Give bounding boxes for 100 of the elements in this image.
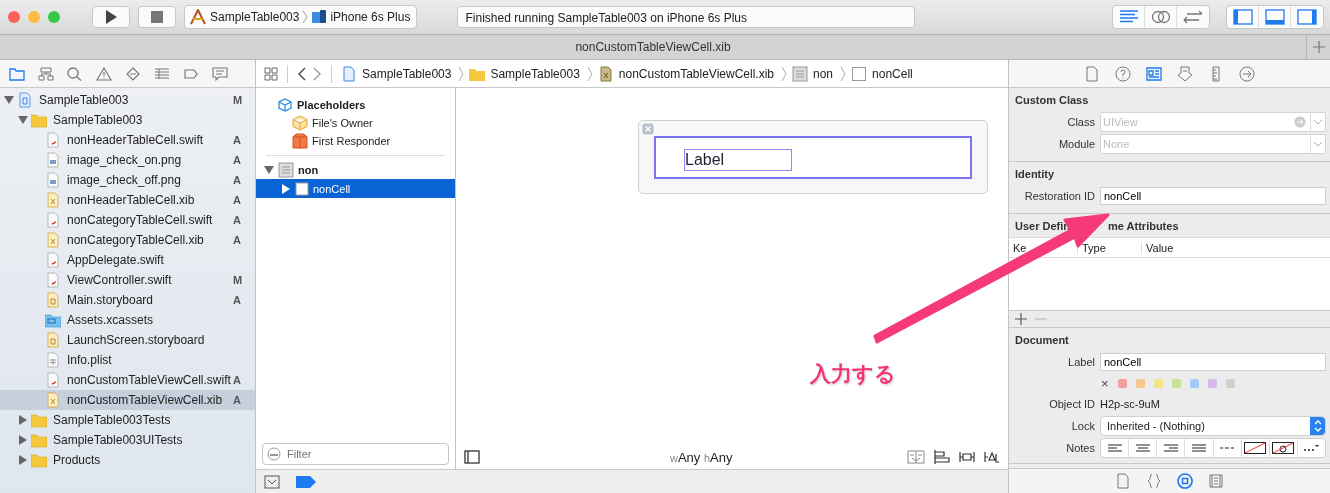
file-name[interactable]: SampleTable003UITests <box>53 433 247 447</box>
tree-row[interactable]: nonCustomTableViewCell.swift A <box>0 370 255 390</box>
disclosure-triangle[interactable] <box>18 115 28 125</box>
no-fill-button[interactable] <box>1241 439 1270 457</box>
disclosure-triangle[interactable] <box>18 435 28 445</box>
tree-row[interactable]: AppDelegate.swift <box>0 250 255 270</box>
color-swatch[interactable] <box>1153 378 1163 388</box>
related-items-icon[interactable] <box>264 66 278 81</box>
tree-row[interactable]: SampleTable003 <box>0 110 255 130</box>
tree-row[interactable]: Assets.xcassets <box>0 310 255 330</box>
editor-mode-control[interactable] <box>1112 5 1210 29</box>
filter-input[interactable]: Filter <box>285 447 429 461</box>
tree-row[interactable]: Products <box>0 450 255 470</box>
color-swatch[interactable] <box>1225 378 1235 388</box>
restoration-id-field[interactable]: nonCell <box>1100 187 1326 205</box>
object-library-tab[interactable] <box>1176 472 1194 490</box>
pin-icon[interactable] <box>959 450 975 464</box>
color-swatch[interactable] <box>1171 378 1181 388</box>
tree-row[interactable]: LaunchScreen.storyboard <box>0 330 255 350</box>
media-library-tab[interactable] <box>1207 472 1225 490</box>
module-combo-box[interactable]: None <box>1100 134 1326 154</box>
notes-format-control[interactable] <box>1100 438 1326 458</box>
label-field[interactable]: nonCell <box>1100 353 1326 371</box>
file-name[interactable]: SampleTable003 <box>53 113 247 127</box>
file-inspector-tab[interactable] <box>1083 64 1101 83</box>
file-name[interactable]: nonCategoryTableCell.xib <box>67 233 233 247</box>
file-name[interactable]: LaunchScreen.storyboard <box>67 333 247 347</box>
file-name[interactable]: image_check_on.png <box>67 153 233 167</box>
outline-toggle-icon[interactable] <box>264 474 280 489</box>
breadcrumb-item[interactable]: SampleTable003 <box>490 66 580 81</box>
breadcrumb-item[interactable]: SampleTable003 <box>362 66 452 81</box>
back-icon[interactable] <box>297 66 307 81</box>
tag-icon[interactable] <box>296 475 316 488</box>
disclosure-triangle[interactable] <box>18 415 28 425</box>
breadcrumb-item[interactable]: nonCustomTableViewCell.xib <box>618 66 774 81</box>
tree-row[interactable]: Main.storyboard A <box>0 290 255 310</box>
selected-row[interactable]: nonCustomTableViewCell.xib A <box>0 390 255 410</box>
size-class-selector[interactable]: wAny hAny <box>670 449 733 465</box>
forward-icon[interactable] <box>312 66 322 81</box>
resolve-icon[interactable] <box>984 450 1000 464</box>
add-icon[interactable] <box>1015 313 1027 325</box>
file-name[interactable]: AppDelegate.swift <box>67 253 247 267</box>
code-library-tab[interactable] <box>1145 472 1163 490</box>
tree-row[interactable]: nonHeaderTableCell.swift A <box>0 130 255 150</box>
file-name[interactable]: Main.storyboard <box>67 293 233 307</box>
tree-row[interactable]: nonCategoryTableCell.xib A <box>0 230 255 250</box>
color-swatch[interactable] <box>1117 378 1127 388</box>
hierarchy-navigator-tab[interactable] <box>37 64 55 83</box>
attributes-inspector-tab[interactable] <box>1176 64 1194 83</box>
no-font-button[interactable] <box>1269 439 1298 457</box>
file-name[interactable]: nonCustomTableViewCell.swift <box>67 373 233 387</box>
file-name[interactable]: Products <box>53 453 247 467</box>
identity-inspector-tab[interactable] <box>1145 64 1163 83</box>
cell-view[interactable]: Label <box>654 136 972 179</box>
tree-row[interactable]: nonCategoryTableCell.swift A <box>0 210 255 230</box>
zoom-button[interactable] <box>48 11 60 23</box>
label-view[interactable]: Label <box>684 149 792 171</box>
file-name[interactable]: nonHeaderTableCell.swift <box>67 133 233 147</box>
lock-popup[interactable]: Inherited - (Nothing) <box>1100 416 1326 436</box>
tree-row[interactable]: SampleTable003 M <box>0 90 255 110</box>
breadcrumb-item[interactable]: non <box>813 66 834 81</box>
disclosure-triangle[interactable] <box>264 164 274 175</box>
sidebar-toggle-icon[interactable] <box>464 450 480 464</box>
disclosure-triangle[interactable] <box>18 455 28 465</box>
panel-toggle-control[interactable] <box>1226 5 1324 29</box>
placeholder-item[interactable]: File's Owner <box>312 117 373 129</box>
disclosure-triangle[interactable] <box>281 183 291 194</box>
close-button[interactable] <box>8 11 20 23</box>
column-header[interactable]: Type <box>1082 241 1106 254</box>
file-name[interactable]: image_check_off.png <box>67 173 233 187</box>
file-name[interactable]: SampleTable003Tests <box>53 413 247 427</box>
search-navigator-tab[interactable] <box>66 64 84 83</box>
color-swatch[interactable] <box>1189 378 1199 388</box>
file-name[interactable]: nonCustomTableViewCell.xib <box>67 393 233 407</box>
outline-item[interactable]: non <box>298 163 319 176</box>
tree-row[interactable]: ViewController.swift M <box>0 270 255 290</box>
placeholder-item[interactable]: First Responder <box>312 135 391 147</box>
help-inspector-tab[interactable] <box>1114 64 1132 83</box>
tree-row[interactable]: Info.plist <box>0 350 255 370</box>
column-header[interactable]: Value <box>1146 241 1174 254</box>
report-navigator-tab[interactable] <box>211 64 229 83</box>
stack-icon[interactable] <box>907 450 925 464</box>
file-name[interactable]: nonCategoryTableCell.swift <box>67 213 233 227</box>
file-name[interactable]: nonHeaderTableCell.xib <box>67 193 233 207</box>
tree-row[interactable]: nonHeaderTableCell.xib A <box>0 190 255 210</box>
tree-row[interactable]: image_check_off.png A <box>0 170 255 190</box>
scheme-selector[interactable]: SampleTable003 iPhone 6s Plus <box>184 5 418 29</box>
align-icon[interactable] <box>934 450 950 464</box>
outline-item[interactable]: nonCell <box>313 182 351 195</box>
connections-inspector-tab[interactable] <box>1238 64 1256 83</box>
file-library-tab[interactable] <box>1114 472 1132 490</box>
file-name[interactable]: Assets.xcassets <box>67 313 247 327</box>
color-swatch[interactable] <box>1207 378 1217 388</box>
tree-row[interactable]: SampleTable003UITests <box>0 430 255 450</box>
file-name[interactable]: ViewController.swift <box>67 273 233 287</box>
clear-color-button[interactable]: × <box>1101 375 1109 391</box>
column-header[interactable]: Ke <box>1013 241 1027 254</box>
color-swatch[interactable] <box>1135 378 1145 388</box>
close-icon[interactable] <box>642 123 654 135</box>
file-name[interactable]: Info.plist <box>67 353 247 367</box>
